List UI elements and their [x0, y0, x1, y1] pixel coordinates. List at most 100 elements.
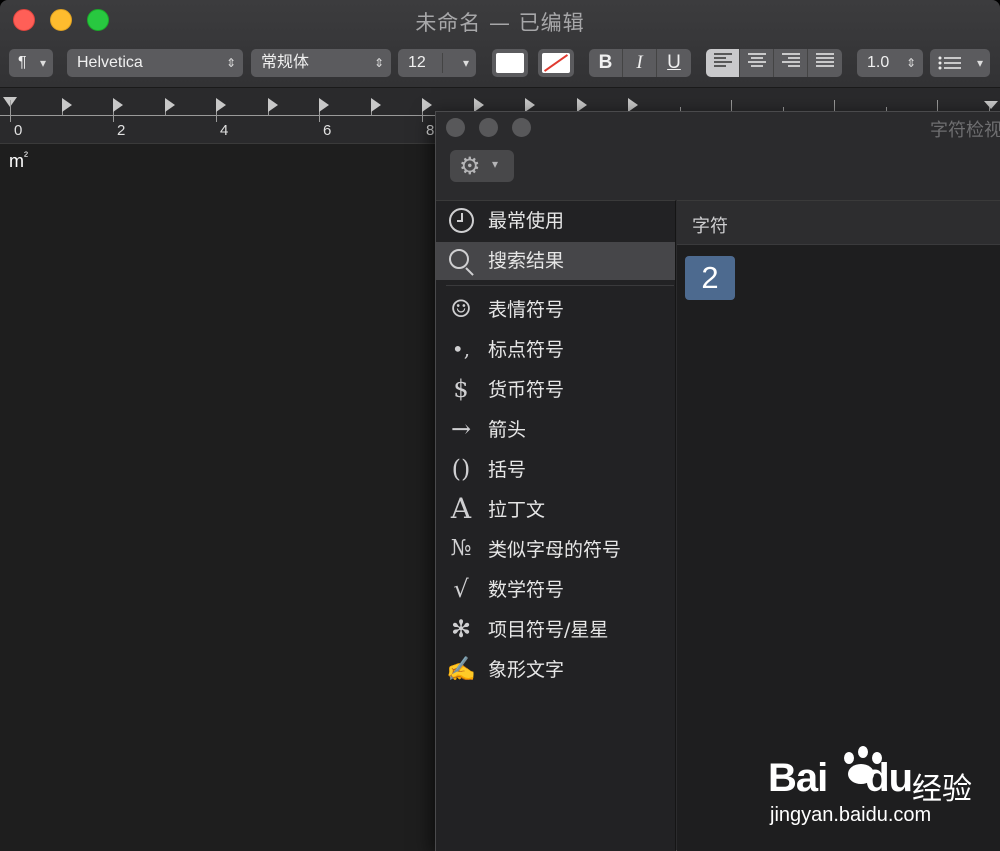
text-style-segmented: B I U	[589, 49, 691, 77]
font-family-popup[interactable]: Helvetica ⇕	[67, 49, 243, 77]
updown-arrows-icon: ⇕	[905, 56, 916, 70]
tab-stop-marker[interactable]	[267, 98, 278, 112]
updown-arrows-icon: ⇕	[373, 56, 384, 70]
tab-stop-marker[interactable]	[422, 98, 432, 112]
sidebar-item-label: 最常使用	[488, 210, 565, 232]
sidebar-item-label: 货币符号	[488, 379, 565, 401]
ruler-number: 4	[220, 122, 229, 139]
align-center-button[interactable]	[740, 49, 774, 77]
sidebar-item-currency[interactable]: $ 货币符号	[436, 371, 675, 409]
line-spacing-value: 1.0	[867, 54, 890, 71]
window-title: 未命名 — 已编辑	[415, 11, 585, 35]
paragraph-icon: ¶	[18, 54, 27, 71]
align-left-button[interactable]	[706, 49, 740, 77]
font-family-value: Helvetica	[77, 54, 143, 71]
gear-icon: ⚙	[459, 153, 481, 180]
background-color-well[interactable]	[538, 49, 574, 77]
tab-stop-marker[interactable]	[61, 98, 72, 112]
ruler-tick	[10, 100, 11, 122]
sidebar-divider	[446, 285, 674, 286]
title-bar: 未命名 — 已编辑 ¶ ▾ Helvetica ⇕ 常规体 ⇕ 12 ▾ B I	[0, 0, 1000, 88]
sidebar-item-latin[interactable]: A 拉丁文	[436, 491, 675, 529]
tab-stop-marker[interactable]	[164, 98, 175, 112]
ruler-number: 2	[117, 122, 126, 139]
chevron-down-icon: ▾	[492, 157, 499, 171]
asterisk-icon: ✻	[450, 615, 472, 643]
sidebar-item-punctuation[interactable]: •, 标点符号	[436, 331, 675, 369]
latin-a-icon: A	[450, 492, 472, 525]
tab-stop-marker[interactable]	[576, 98, 587, 112]
tab-stop-marker[interactable]	[113, 98, 123, 112]
character-viewer-panel: 字符检视器 ⚙ ▾ 最常使用 搜索结果 ☺ 表情符号 •, 标点符号 $ 货币符…	[435, 111, 1000, 851]
font-style-value: 常规体	[261, 54, 310, 71]
font-size-value: 12	[408, 54, 426, 71]
category-sidebar: 最常使用 搜索结果 ☺ 表情符号 •, 标点符号 $ 货币符号 → 箭头 () …	[436, 200, 676, 851]
sidebar-item-bullets-stars[interactable]: ✻ 项目符号/星星	[436, 611, 675, 649]
italic-button[interactable]: I	[623, 49, 657, 77]
baidu-jingyan-watermark: Bai du 经验 jingyan.baidu.com	[768, 746, 988, 836]
underline-button[interactable]: U	[657, 49, 691, 77]
font-size-combobox[interactable]: 12 ▾	[398, 49, 476, 77]
dollar-icon: $	[453, 375, 469, 403]
section-header-label: 字符	[692, 216, 728, 237]
tab-stop-marker[interactable]	[525, 98, 535, 112]
sidebar-item-brackets[interactable]: () 括号	[436, 451, 675, 489]
chevron-down-icon[interactable]: ▾	[463, 49, 469, 77]
ruler-number: 8	[426, 122, 435, 139]
tab-stop-marker[interactable]	[628, 98, 638, 112]
writing-hand-icon: ✍	[446, 655, 476, 683]
parentheses-icon: ()	[451, 455, 471, 483]
alignment-segmented	[706, 49, 842, 77]
panel-zoom-button[interactable]	[512, 118, 531, 137]
justify-icon	[816, 53, 834, 67]
line-spacing-popup[interactable]: 1.0 ⇕	[857, 49, 923, 77]
panel-minimize-button[interactable]	[479, 118, 498, 137]
ruler-number: 0	[14, 122, 23, 139]
sidebar-item-label: 括号	[488, 459, 527, 481]
align-right-icon	[781, 53, 800, 67]
sidebar-item-pictographs[interactable]: ✍ 象形文字	[436, 651, 675, 689]
action-menu-button[interactable]: ⚙ ▾	[450, 150, 514, 182]
punctuation-icon: •,	[451, 337, 471, 361]
align-center-icon	[747, 53, 766, 67]
search-icon	[449, 249, 469, 269]
justify-button[interactable]	[808, 49, 842, 77]
right-indent-marker[interactable]	[984, 101, 998, 109]
sidebar-item-label: 标点符号	[488, 339, 565, 361]
align-left-icon	[713, 53, 732, 67]
list-style-popup[interactable]: ▾	[930, 49, 990, 77]
font-style-popup[interactable]: 常规体 ⇕	[251, 49, 391, 77]
square-root-icon: √	[453, 575, 469, 603]
align-right-button[interactable]	[774, 49, 808, 77]
character-cell[interactable]: 2	[685, 256, 735, 300]
smiley-icon: ☺	[450, 295, 472, 323]
sidebar-item-label: 数学符号	[488, 579, 565, 601]
bold-button[interactable]: B	[589, 49, 623, 77]
clock-icon	[449, 208, 474, 233]
watermark-cn: 经验	[912, 772, 972, 807]
sidebar-item-math[interactable]: √ 数学符号	[436, 571, 675, 609]
sidebar-item-label: 拉丁文	[488, 499, 546, 521]
sidebar-item-label: 象形文字	[488, 659, 565, 681]
document-text[interactable]: m²	[9, 149, 28, 172]
sidebar-item-label: 项目符号/星星	[488, 619, 609, 641]
numero-icon: №	[450, 536, 472, 561]
paragraph-style-popup[interactable]: ¶ ▾	[9, 49, 53, 77]
sidebar-item-emoji[interactable]: ☺ 表情符号	[436, 291, 675, 329]
sidebar-item-arrows[interactable]: → 箭头	[436, 411, 675, 449]
arrow-right-icon: →	[450, 415, 472, 443]
sidebar-item-search-results[interactable]: 搜索结果	[436, 242, 675, 280]
tab-stop-marker[interactable]	[370, 98, 381, 112]
panel-close-button[interactable]	[446, 118, 465, 137]
tab-stop-marker[interactable]	[216, 98, 226, 112]
character-section-header: 字符	[677, 201, 1000, 245]
updown-arrows-icon: ⇕	[225, 56, 236, 70]
sidebar-item-label: 表情符号	[488, 299, 565, 321]
sidebar-item-letterlike[interactable]: № 类似字母的符号	[436, 531, 675, 569]
sidebar-item-label: 类似字母的符号	[488, 539, 622, 561]
tab-stop-marker[interactable]	[473, 98, 484, 112]
text-color-well[interactable]	[492, 49, 528, 77]
tab-stop-marker[interactable]	[319, 98, 329, 112]
panel-title: 字符检视器	[930, 120, 1000, 141]
sidebar-item-frequently-used[interactable]: 最常使用	[436, 202, 675, 240]
